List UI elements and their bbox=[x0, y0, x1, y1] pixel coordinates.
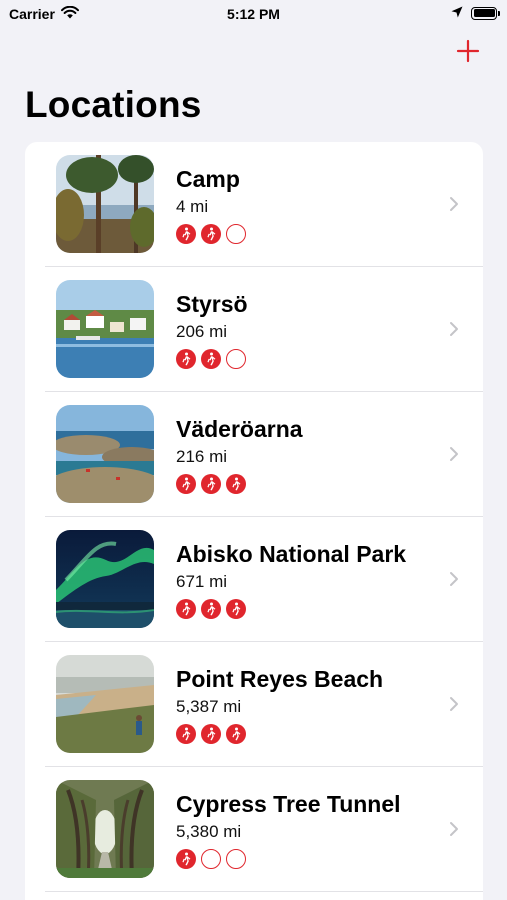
hiker-icon bbox=[201, 349, 221, 369]
difficulty-rating bbox=[176, 224, 246, 244]
hiker-icon bbox=[176, 849, 196, 869]
location-name: Cypress Tree Tunnel bbox=[176, 791, 401, 817]
location-distance: 671 mi bbox=[176, 572, 228, 591]
location-name: Väderöarna bbox=[176, 416, 303, 442]
hiker-icon bbox=[201, 724, 221, 744]
location-row[interactable]: Point Reyes Beach 5,387 mi bbox=[25, 642, 483, 767]
location-distance: 4 mi bbox=[176, 197, 209, 216]
location-distance: 206 mi bbox=[176, 322, 228, 341]
location-name: Styrsö bbox=[176, 291, 248, 317]
hiker-icon bbox=[226, 724, 246, 744]
hiker-icon bbox=[176, 724, 196, 744]
location-thumbnail bbox=[56, 280, 154, 378]
location-distance: 216 mi bbox=[176, 447, 228, 466]
empty-rating-circle bbox=[226, 349, 246, 369]
difficulty-rating bbox=[176, 599, 246, 619]
status-right bbox=[451, 5, 500, 21]
difficulty-rating bbox=[176, 349, 246, 369]
chevron-right-icon bbox=[449, 321, 459, 342]
location-thumbnail bbox=[56, 655, 154, 753]
page-title: Locations bbox=[25, 84, 202, 125]
location-name: Camp bbox=[176, 166, 240, 192]
locations-list: Camp 4 mi Styrsö 206 mi Väderöarna 216 m… bbox=[25, 142, 483, 900]
location-thumbnail bbox=[56, 155, 154, 253]
location-distance: 5,380 mi bbox=[176, 822, 242, 841]
status-time: 5:12 PM bbox=[227, 6, 280, 22]
location-thumbnail bbox=[56, 405, 154, 503]
add-location-button[interactable] bbox=[453, 36, 483, 66]
location-name: Point Reyes Beach bbox=[176, 666, 384, 692]
hiker-icon bbox=[201, 599, 221, 619]
plus-icon bbox=[456, 39, 480, 63]
chevron-right-icon bbox=[449, 446, 459, 467]
chevron-right-icon bbox=[449, 821, 459, 842]
location-row[interactable]: Styrsö 206 mi bbox=[25, 267, 483, 392]
empty-rating-circle bbox=[226, 849, 246, 869]
location-arrow-icon bbox=[451, 5, 463, 21]
hiker-icon bbox=[176, 224, 196, 244]
location-thumbnail bbox=[56, 530, 154, 628]
difficulty-rating bbox=[176, 474, 246, 494]
location-row[interactable]: Camp 4 mi bbox=[25, 142, 483, 267]
hiker-icon bbox=[201, 224, 221, 244]
difficulty-rating bbox=[176, 849, 246, 869]
hiker-icon bbox=[226, 474, 246, 494]
hiker-icon bbox=[176, 474, 196, 494]
hiker-icon bbox=[176, 599, 196, 619]
chevron-right-icon bbox=[449, 571, 459, 592]
chevron-right-icon bbox=[449, 196, 459, 217]
location-row[interactable]: Cypress Tree Tunnel 5,380 mi bbox=[25, 767, 483, 892]
row-divider bbox=[45, 891, 483, 892]
location-thumbnail bbox=[56, 780, 154, 878]
hiker-icon bbox=[226, 599, 246, 619]
hiker-icon bbox=[176, 349, 196, 369]
status-bar: Carrier 5:12 PM bbox=[0, 0, 507, 30]
location-name: Abisko National Park bbox=[176, 541, 407, 567]
difficulty-rating bbox=[176, 724, 246, 744]
empty-rating-circle bbox=[226, 224, 246, 244]
hiker-icon bbox=[201, 474, 221, 494]
location-distance: 5,387 mi bbox=[176, 697, 242, 716]
empty-rating-circle bbox=[201, 849, 221, 869]
location-row[interactable]: Abisko National Park 671 mi bbox=[25, 517, 483, 642]
chevron-right-icon bbox=[449, 696, 459, 717]
location-row[interactable]: Väderöarna 216 mi bbox=[25, 392, 483, 517]
battery-icon bbox=[471, 6, 500, 20]
